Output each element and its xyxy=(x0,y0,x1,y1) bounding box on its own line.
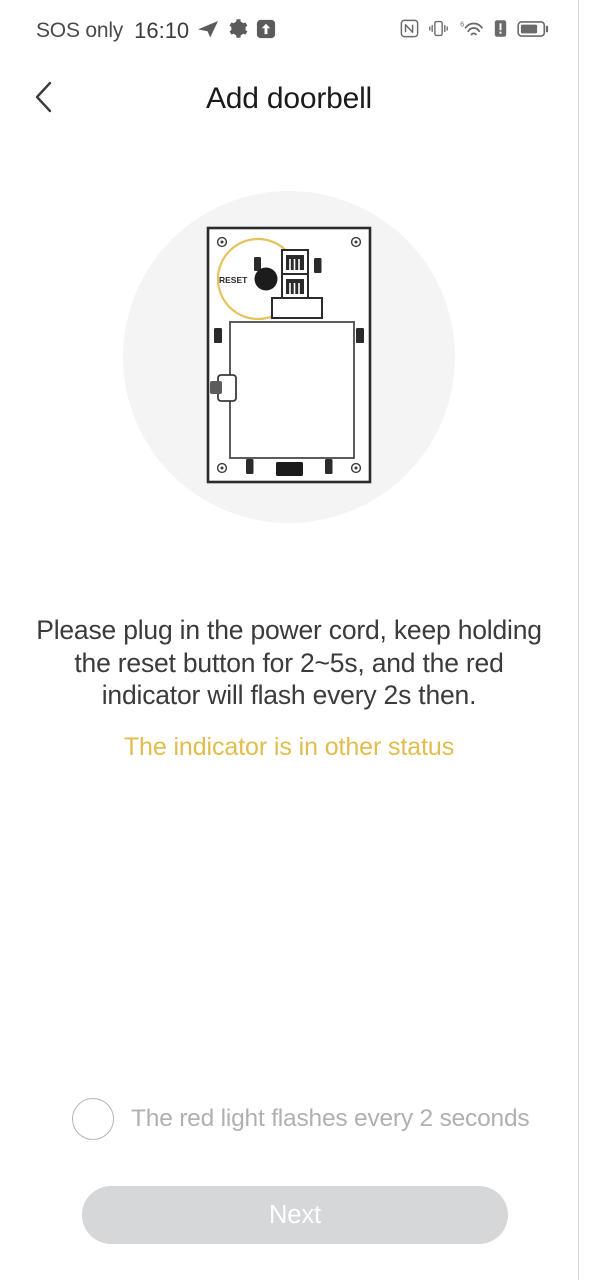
confirm-label: The red light flashes every 2 seconds xyxy=(131,1105,530,1132)
status-bar: SOS only 16:10 6 xyxy=(0,0,578,62)
status-bar-left: SOS only 16:10 xyxy=(36,18,276,45)
next-button[interactable]: Next xyxy=(82,1186,508,1244)
battery-icon xyxy=(517,20,550,43)
chevron-left-icon xyxy=(31,80,57,119)
back-button[interactable] xyxy=(22,77,66,121)
other-status-link[interactable]: The indicator is in other status xyxy=(0,733,578,762)
clock-label: 16:10 xyxy=(134,18,190,43)
phone-screen: SOS only 16:10 6 Add doorbell RESET Plea… xyxy=(0,0,591,1280)
confirm-indicator-row[interactable]: The red light flashes every 2 seconds xyxy=(0,1098,578,1140)
vibrate-icon xyxy=(428,19,449,43)
page-title: Add doorbell xyxy=(205,82,373,115)
confirm-radio-icon[interactable] xyxy=(72,1098,114,1140)
telegram-paper-plane-icon xyxy=(197,18,219,45)
illustration-area: RESET xyxy=(0,190,578,524)
sim-alert-icon xyxy=(493,19,508,43)
svg-text:6: 6 xyxy=(460,19,464,28)
app-header: Add doorbell xyxy=(0,62,578,136)
illustration-circle-background: RESET xyxy=(123,191,455,523)
wifi-6-icon: 6 xyxy=(458,19,484,44)
reset-label: RESET xyxy=(219,275,248,285)
screen-edge-divider xyxy=(578,0,579,1280)
nfc-icon xyxy=(400,19,419,43)
carrier-label: SOS only xyxy=(36,19,124,42)
instruction-text: Please plug in the power cord, keep hold… xyxy=(36,615,542,711)
gear-icon xyxy=(227,18,248,44)
doorbell-backplate-diagram: RESET xyxy=(174,210,404,505)
next-button-label: Next xyxy=(268,1200,322,1229)
app-screen: SOS only 16:10 6 Add doorbell RESET Plea… xyxy=(0,0,578,1280)
status-bar-right: 6 xyxy=(400,19,550,44)
upload-arrow-icon xyxy=(256,19,276,44)
